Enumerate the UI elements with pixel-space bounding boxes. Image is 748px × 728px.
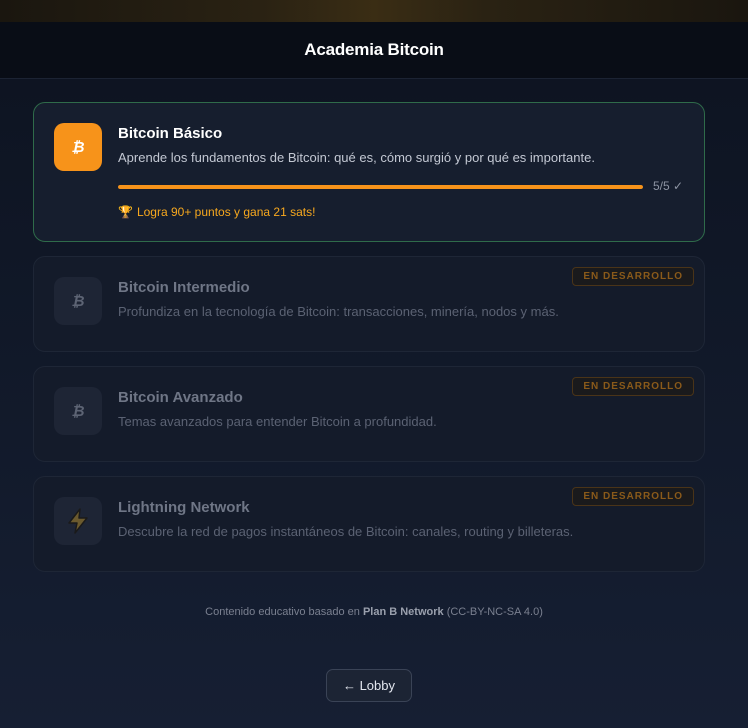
course-progress-bar (118, 185, 643, 189)
course-description: Descubre la red de pagos instantáneos de… (118, 524, 574, 539)
course-card-bitcoin-intermedio: ₿ Bitcoin Intermedio Profundiza en la te… (33, 256, 705, 352)
status-badge: EN DESARROLLO (572, 487, 694, 506)
course-card-bitcoin-basico[interactable]: ₿ Bitcoin Básico Aprende los fundamentos… (33, 102, 705, 242)
status-badge: EN DESARROLLO (572, 267, 694, 286)
svg-text:₿: ₿ (71, 292, 84, 310)
status-badge: EN DESARROLLO (572, 377, 694, 396)
page-title: Academia Bitcoin (304, 40, 444, 59)
svg-text:₿: ₿ (71, 138, 84, 156)
course-title: Bitcoin Avanzado (118, 389, 243, 406)
reward-text: Logra 90+ puntos y gana 21 sats! (136, 205, 316, 219)
course-progress-label: 5/5 ✓ (653, 179, 684, 193)
footer-prefix: Contenido educativo basado en (205, 606, 360, 618)
top-banner-strip (0, 0, 748, 22)
course-title: Bitcoin Intermedio (118, 279, 250, 296)
course-title: Lightning Network (118, 499, 250, 516)
course-progress-fill (118, 185, 643, 189)
course-description: Aprende los fundamentos de Bitcoin: qué … (118, 150, 595, 165)
lobby-button[interactable]: ← Lobby (326, 669, 412, 702)
course-card-bitcoin-avanzado: ₿ Bitcoin Avanzado Temas avanzados para … (33, 366, 705, 462)
lightning-icon (54, 497, 102, 545)
course-card-lightning-network: Lightning Network Descubre la red de pag… (33, 476, 705, 572)
reward-text-row: 🏆 Logra 90+ puntos y gana 21 sats! (118, 205, 315, 219)
svg-text:₿: ₿ (71, 402, 84, 420)
bitcoin-icon: ₿ (54, 123, 102, 171)
trophy-icon: 🏆 (118, 205, 133, 219)
page-header: Academia Bitcoin (0, 22, 748, 79)
bitcoin-icon: ₿ (54, 277, 102, 325)
footer-source-link: Plan B Network (362, 606, 444, 618)
footer-license: (CC-BY-NC-SA 4.0) (446, 606, 543, 618)
course-description: Temas avanzados para entender Bitcoin a … (118, 414, 437, 429)
footer-attribution: Contenido educativo basado en Plan B Net… (0, 606, 748, 618)
bitcoin-icon: ₿ (54, 387, 102, 435)
course-title: Bitcoin Básico (118, 125, 223, 142)
course-description: Profundiza en la tecnología de Bitcoin: … (118, 304, 559, 319)
